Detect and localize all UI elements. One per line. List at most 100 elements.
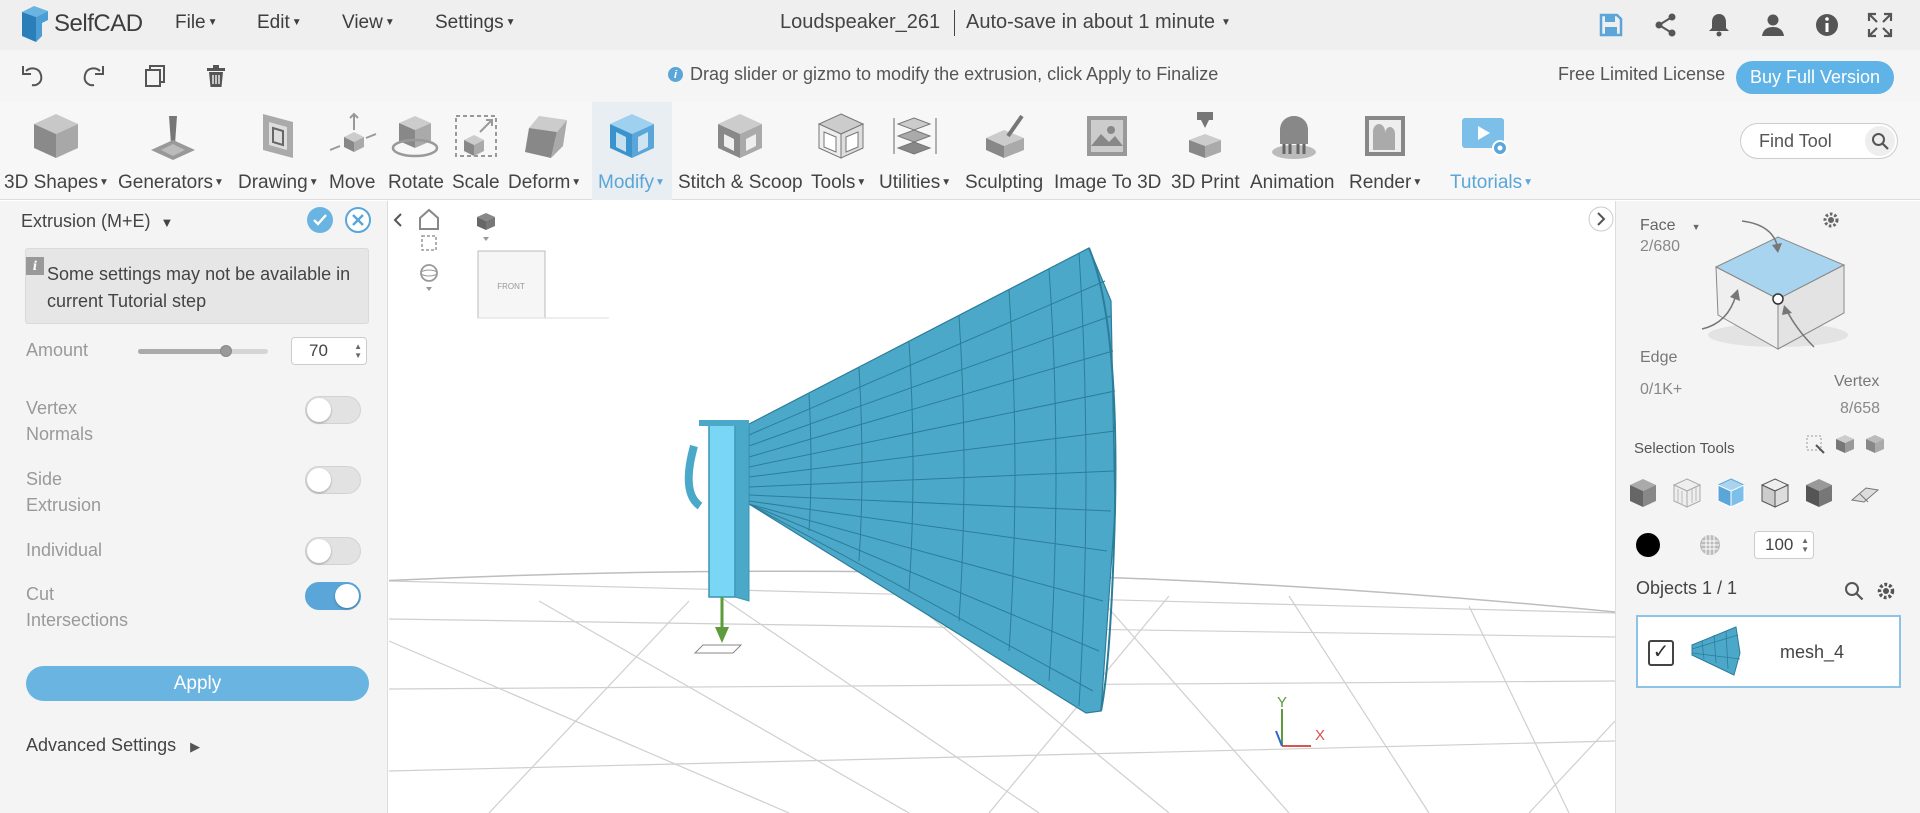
individual-toggle[interactable] bbox=[305, 537, 361, 565]
view-mode-icon[interactable] bbox=[477, 213, 495, 241]
select-wireframe-icon[interactable] bbox=[1670, 476, 1704, 510]
orbit-icon[interactable] bbox=[420, 264, 438, 291]
edge-label: Edge bbox=[1640, 349, 1678, 366]
amount-slider-thumb[interactable] bbox=[220, 345, 233, 357]
confirm-button[interactable] bbox=[307, 207, 333, 233]
tool-utilities[interactable]: Utilities▼ bbox=[878, 102, 954, 200]
brand-name: SelfCAD bbox=[54, 10, 143, 37]
check-icon bbox=[313, 214, 327, 226]
menu-edit[interactable]: Edit ▼ bbox=[257, 12, 302, 34]
tool-drawing[interactable]: Drawing▼ bbox=[236, 102, 322, 200]
action-bar: i Drag slider or gizmo to modify the ext… bbox=[0, 50, 1920, 102]
amount-slider[interactable] bbox=[138, 345, 268, 357]
caret-down-icon: ▼ bbox=[505, 17, 516, 29]
bell-icon[interactable] bbox=[1705, 11, 1733, 39]
hint-message: i Drag slider or gizmo to modify the ext… bbox=[668, 64, 1218, 85]
select-plane-icon[interactable] bbox=[1846, 476, 1880, 510]
caret-down-icon: ▼ bbox=[291, 17, 302, 29]
box-select-icon[interactable] bbox=[1804, 433, 1826, 455]
tool-modify[interactable]: Modify▼ bbox=[592, 102, 672, 200]
cut-intersections-toggle[interactable] bbox=[305, 582, 361, 610]
object-visibility-checkbox[interactable]: ✓ bbox=[1648, 640, 1674, 666]
hint-text: Drag slider or gizmo to modify the extru… bbox=[690, 64, 1219, 84]
tool-rotate[interactable]: Rotate bbox=[386, 102, 444, 200]
side-extrusion-toggle[interactable] bbox=[305, 466, 361, 494]
copy-icon[interactable] bbox=[142, 63, 168, 89]
redo-icon[interactable] bbox=[80, 63, 106, 89]
notice-text: Some settings may not be available in cu… bbox=[47, 264, 351, 311]
advanced-settings-toggle[interactable]: Advanced Settings ▶ bbox=[26, 735, 200, 756]
share-icon[interactable] bbox=[1652, 11, 1680, 39]
stepper-arrows-icon[interactable]: ▲ ▼ bbox=[354, 342, 362, 360]
search-icon[interactable] bbox=[1865, 126, 1895, 156]
project-title[interactable]: Loudspeaker_261 bbox=[780, 11, 940, 34]
title-divider bbox=[954, 10, 955, 36]
cut-intersections-label: Cut Intersections bbox=[26, 584, 129, 630]
tool-3d-shapes[interactable]: 3D Shapes▼ bbox=[0, 102, 112, 200]
fit-view-icon[interactable] bbox=[421, 235, 437, 251]
tool-deform[interactable]: Deform▼ bbox=[506, 102, 588, 200]
select-edges-icon[interactable] bbox=[1758, 476, 1792, 510]
tool-stitch-scoop[interactable]: Stitch & Scoop bbox=[676, 102, 804, 200]
search-icon[interactable] bbox=[1844, 581, 1864, 601]
amount-input[interactable]: 70 ▲ ▼ bbox=[291, 337, 367, 365]
right-panel-collapse-button[interactable] bbox=[1588, 206, 1614, 232]
tool-sculpting[interactable]: Sculpting bbox=[962, 102, 1046, 200]
menu-settings[interactable]: Settings ▼ bbox=[435, 12, 516, 34]
license-label: Free Limited License bbox=[1558, 64, 1726, 84]
opacity-input[interactable]: 100 ▲ ▼ bbox=[1754, 531, 1814, 559]
select-object-icon[interactable] bbox=[1864, 433, 1886, 455]
menu-view[interactable]: View ▼ bbox=[342, 12, 395, 34]
stepper-arrows-icon[interactable]: ▲ ▼ bbox=[1801, 536, 1809, 554]
info-icon[interactable] bbox=[1813, 11, 1841, 39]
info-icon: i bbox=[668, 67, 683, 82]
objects-count: Objects 1 / 1 bbox=[1636, 578, 1738, 598]
vertex-label: Vertex bbox=[1834, 373, 1880, 390]
user-icon[interactable] bbox=[1759, 11, 1787, 39]
view-cube[interactable]: FRONT bbox=[477, 250, 609, 319]
animation-icon bbox=[1272, 116, 1316, 159]
autosave-status[interactable]: Auto-save in about 1 minute ▼ bbox=[966, 11, 1231, 34]
close-panel-button[interactable] bbox=[345, 207, 371, 233]
selection-panel: Face ▼ 2/680 Edge 0/1K+ Vertex 8/658 Sele… bbox=[1615, 201, 1920, 813]
tool-tools[interactable]: Tools▼ bbox=[808, 102, 874, 200]
tool-tutorials[interactable]: Tutorials▼ bbox=[1448, 102, 1533, 200]
select-solid-icon[interactable] bbox=[1626, 476, 1660, 510]
select-faces-icon[interactable] bbox=[1714, 476, 1748, 510]
image-to-3d-icon bbox=[1087, 116, 1127, 156]
texture-icon[interactable] bbox=[1696, 531, 1724, 559]
3d-viewport[interactable]: FRONT Y X bbox=[389, 201, 1615, 813]
buy-full-version-button[interactable]: Buy Full Version bbox=[1736, 61, 1894, 94]
gear-icon[interactable] bbox=[1876, 581, 1896, 601]
select-cube-icon[interactable] bbox=[1834, 433, 1856, 455]
vertex-normals-toggle[interactable] bbox=[305, 396, 361, 424]
caret-right-icon: ▶ bbox=[190, 739, 201, 754]
color-swatch[interactable] bbox=[1636, 533, 1660, 557]
loudspeaker-mesh[interactable] bbox=[684, 247, 1117, 714]
object-row[interactable]: ✓ mesh_4 bbox=[1636, 615, 1901, 688]
tool-animation[interactable]: Animation bbox=[1248, 102, 1340, 200]
panel-title[interactable]: Extrusion (M+E) ▼ bbox=[21, 211, 173, 232]
find-tool-search[interactable]: Find Tool bbox=[1740, 123, 1898, 159]
stitch-scoop-icon bbox=[718, 114, 762, 158]
apply-button[interactable]: Apply bbox=[26, 666, 369, 701]
tool-scale[interactable]: Scale bbox=[448, 102, 504, 200]
tool-3d-print[interactable]: 3D Print bbox=[1168, 102, 1242, 200]
select-vertices-icon[interactable] bbox=[1802, 476, 1836, 510]
tool-render[interactable]: Render▼ bbox=[1346, 102, 1424, 200]
selfcad-logo[interactable]: SelfCAD bbox=[20, 6, 143, 42]
save-icon[interactable] bbox=[1597, 11, 1625, 39]
viewport-collapse-icon[interactable] bbox=[393, 213, 402, 227]
scene-canvas[interactable]: FRONT Y X bbox=[389, 201, 1615, 813]
sculpting-icon bbox=[986, 114, 1024, 158]
home-view-icon[interactable] bbox=[419, 208, 439, 230]
trash-icon[interactable] bbox=[203, 63, 229, 89]
vertex-count: 8/658 bbox=[1840, 400, 1881, 417]
tool-image-to-3d[interactable]: Image To 3D bbox=[1052, 102, 1162, 200]
undo-icon[interactable] bbox=[20, 63, 46, 89]
menu-file[interactable]: File ▼ bbox=[175, 12, 218, 34]
object-name: mesh_4 bbox=[1780, 642, 1845, 662]
fullscreen-icon[interactable] bbox=[1866, 11, 1894, 39]
tool-move[interactable]: Move bbox=[326, 102, 382, 200]
tool-generators[interactable]: Generators▼ bbox=[118, 102, 228, 200]
